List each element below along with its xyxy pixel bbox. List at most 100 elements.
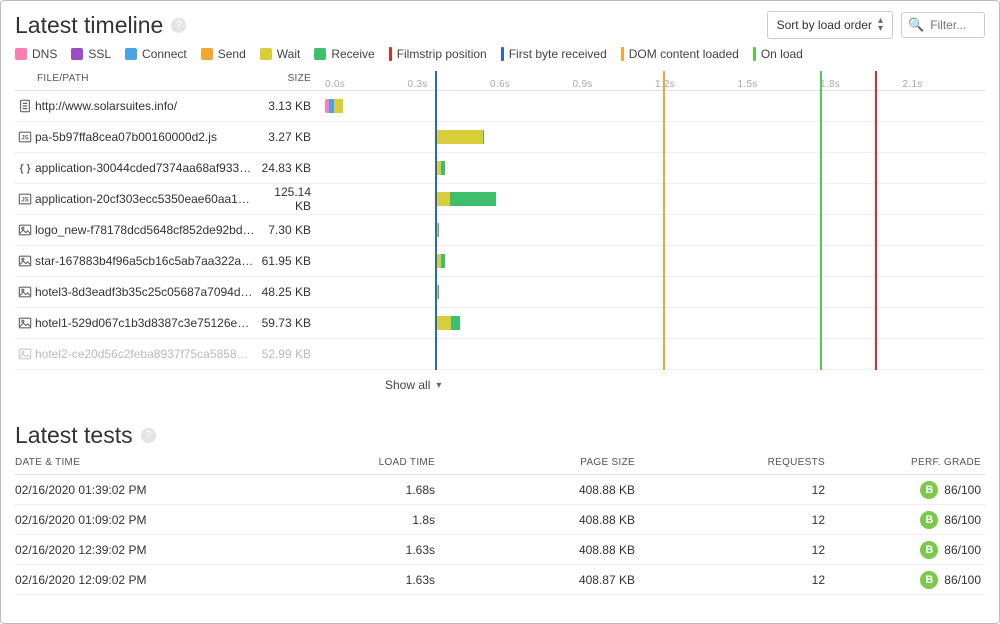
file-name: hotel3-8d3eadf3b35c25c05687a7094d1ccd0c8… — [35, 285, 255, 299]
timeline-row[interactable]: { } application-30044cded7374aa68af933450… — [15, 153, 985, 184]
legend-connect: Connect — [125, 47, 187, 61]
test-load: 1.8s — [275, 513, 435, 527]
grade-badge: B — [920, 541, 938, 559]
timeline-header: Latest timeline ? Sort by load order ▴▾ … — [15, 11, 985, 39]
doc-file-icon — [15, 99, 35, 113]
file-size: 7.30 KB — [255, 223, 325, 237]
js-file-icon: JS — [15, 130, 35, 144]
timeline-title-text: Latest timeline — [15, 12, 163, 39]
js-file-icon: JS — [15, 192, 35, 206]
test-row[interactable]: 02/16/2020 01:09:02 PM1.8s408.88 KB12 B 86… — [15, 505, 985, 535]
grade-badge: B — [920, 481, 938, 499]
timeline-row[interactable]: logo_new-f78178dcd5648cf852de92bd9ab7c68… — [15, 215, 985, 246]
legend-receive: Receive — [314, 47, 374, 61]
search-icon: 🔍 — [908, 17, 924, 33]
file-size: 61.95 KB — [255, 254, 325, 268]
img-file-icon — [15, 254, 35, 268]
timeline-row[interactable]: JSpa-5b97ffa8cea07b00160000d2.js3.27 KB — [15, 122, 985, 153]
test-row[interactable]: 02/16/2020 12:39:02 PM1.63s408.88 KB12B8… — [15, 535, 985, 565]
timeline-cell — [325, 215, 985, 245]
legend-onload: On load — [753, 47, 803, 61]
test-size: 408.87 KB — [435, 573, 635, 587]
timeline-area: http://www.solarsuites.info/3.13 KBJSpa-… — [15, 91, 985, 370]
file-name: logo_new-f78178dcd5648cf852de92bd9ab7c68… — [35, 223, 255, 237]
legend-ssl: SSL — [71, 47, 111, 61]
timeline-row[interactable]: star-167883b4f96a5cb16c5ab7aa322ab69af0f… — [15, 246, 985, 277]
axis-tick: 2.1s — [903, 79, 923, 90]
axis-tick: 1.8s — [820, 79, 840, 90]
svg-text:JS: JS — [21, 135, 28, 142]
img-file-icon — [15, 285, 35, 299]
file-name: hotel1-529d067c1b3d8387c3e75126e8f9a73e3… — [35, 316, 255, 330]
test-row[interactable]: 02/16/2020 12:09:02 PM1.63s408.87 KB12B8… — [15, 565, 985, 595]
file-name: application-20cf303ecc5350eae60aa168d23a… — [35, 192, 255, 206]
col-size-header: SIZE — [255, 73, 325, 84]
json-file-icon: { } — [15, 161, 35, 175]
col-file-header: FILE/PATH — [35, 73, 255, 84]
test-row[interactable]: 02/16/2020 01:39:02 PM1.68s408.88 KB12 B8… — [15, 475, 985, 505]
file-size: 3.13 KB — [255, 99, 325, 113]
test-load: 1.68s — [275, 483, 435, 497]
sort-caret-icon: ▴▾ — [878, 17, 883, 33]
test-date: 02/16/2020 12:09:02 PM — [15, 573, 275, 587]
file-size: 52.99 KB — [255, 347, 325, 361]
timeline-title: Latest timeline ? — [15, 12, 186, 39]
legend: DNS SSL Connect Send Wait Receive Filmst… — [15, 47, 985, 61]
file-name: hotel2-ce20d56c2feba8937f75ca5858b3410c7… — [35, 347, 255, 361]
test-date: 02/16/2020 01:09:02 PM — [15, 513, 275, 527]
file-size: 3.27 KB — [255, 130, 325, 144]
test-req: 12 — [635, 483, 825, 497]
axis-tick: 0.9s — [573, 79, 593, 90]
test-req: 12 — [635, 513, 825, 527]
img-file-icon — [15, 347, 35, 361]
timeline-cell — [325, 184, 985, 214]
test-grade: B 86/100 — [825, 541, 985, 559]
file-name: application-30044cded7374aa68af9334504e6… — [35, 161, 255, 175]
file-size: 24.83 KB — [255, 161, 325, 175]
grade-score: 86/100 — [944, 543, 981, 557]
filter-input[interactable] — [930, 18, 984, 32]
tests-col-load: LOAD TIME — [275, 457, 435, 468]
grade-badge: B — [920, 511, 938, 529]
filter-box[interactable]: 🔍 — [901, 12, 985, 38]
timeline-row[interactable]: hotel1-529d067c1b3d8387c3e75126e8f9a73e3… — [15, 308, 985, 339]
show-all-label: Show all — [385, 378, 430, 392]
sort-button[interactable]: Sort by load order ▴▾ — [767, 11, 893, 39]
grade-score: 86/100 — [944, 483, 981, 497]
test-date: 02/16/2020 01:39:02 PM — [15, 483, 275, 497]
axis-tick: 0.0s — [325, 79, 345, 90]
app-frame: Latest timeline ? Sort by load order ▴▾ … — [0, 0, 1000, 624]
timeline-rows: http://www.solarsuites.info/3.13 KBJSpa-… — [15, 91, 985, 370]
test-grade: B 86/100 — [825, 481, 985, 499]
test-grade: B86/100 — [825, 571, 985, 589]
axis-tick: 1.5s — [738, 79, 758, 90]
timeline-row[interactable]: http://www.solarsuites.info/3.13 KB — [15, 91, 985, 122]
legend-send: Send — [201, 47, 246, 61]
axis-tick: 0.3s — [408, 79, 428, 90]
tests-table-head: DATE & TIME LOAD TIME PAGE SIZE REQUESTS… — [15, 457, 985, 475]
test-req: 12 — [635, 543, 825, 557]
timeline-row[interactable]: hotel2-ce20d56c2feba8937f75ca5858b3410c7… — [15, 339, 985, 370]
test-size: 408.88 KB — [435, 483, 635, 497]
axis-tick: 0.6s — [490, 79, 510, 90]
legend-dns: DNS — [15, 47, 57, 61]
timeline-cell — [325, 277, 985, 307]
test-size: 408.88 KB — [435, 513, 635, 527]
tests-col-grade: PERF. GRADE — [825, 457, 985, 468]
svg-text:{ }: { } — [19, 163, 30, 175]
grade-badge: B — [920, 571, 938, 589]
legend-filmstrip: Filmstrip position — [389, 47, 487, 61]
img-file-icon — [15, 223, 35, 237]
timeline-cell — [325, 122, 985, 152]
timeline-row[interactable]: JSapplication-20cf303ecc5350eae60aa168d2… — [15, 184, 985, 215]
timeline-row[interactable]: hotel3-8d3eadf3b35c25c05687a7094d1ccd0c8… — [15, 277, 985, 308]
grade-score: 86/100 — [944, 513, 981, 527]
timeline-table-head: FILE/PATH SIZE 0.0s0.3s0.6s0.9s1.2s1.5s1… — [15, 71, 985, 91]
tests-col-date: DATE & TIME — [15, 457, 275, 468]
help-icon[interactable]: ? — [171, 18, 186, 33]
help-icon[interactable]: ? — [141, 428, 156, 443]
show-all-button[interactable]: Show all ▾ — [385, 370, 985, 406]
test-date: 02/16/2020 12:39:02 PM — [15, 543, 275, 557]
tests-col-req: REQUESTS — [635, 457, 825, 468]
timeline-cell — [325, 91, 985, 121]
